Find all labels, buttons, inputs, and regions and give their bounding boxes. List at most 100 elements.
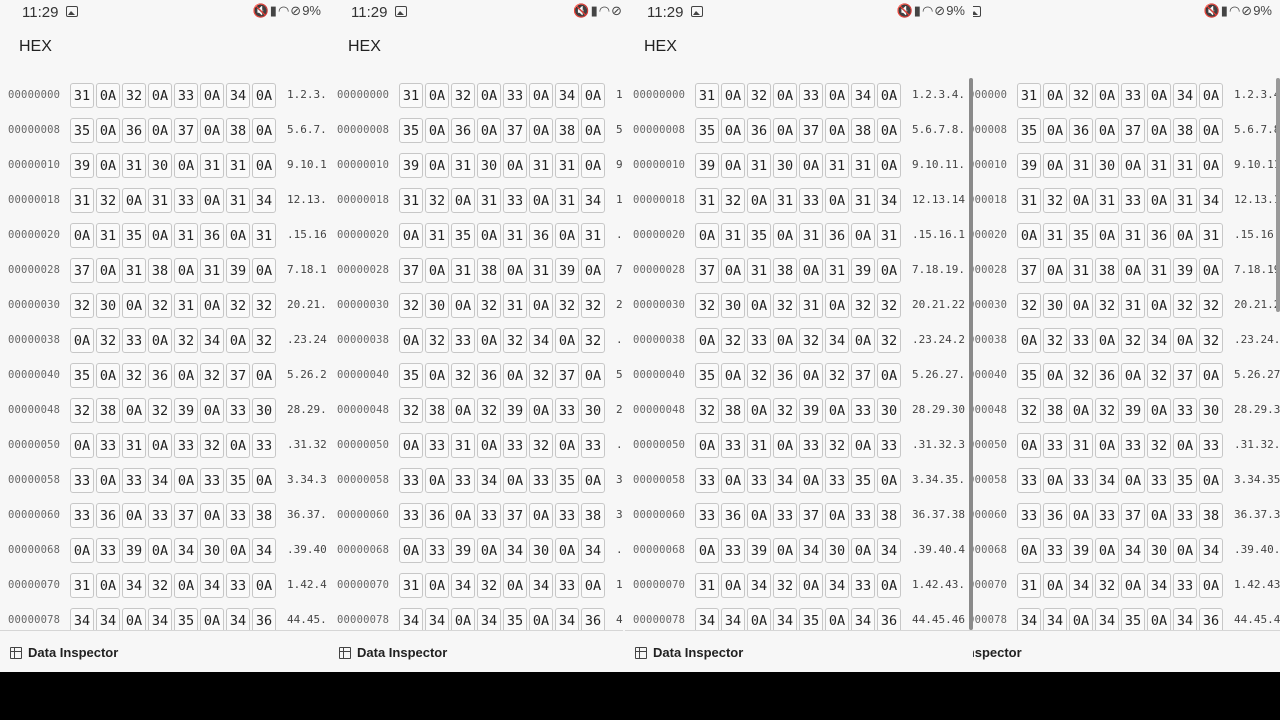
byte-cell[interactable]: 0A [1121,153,1145,178]
byte-cell[interactable]: 34 [1173,608,1197,630]
byte-cell[interactable]: 32 [425,188,449,213]
byte-cell[interactable]: 31 [1069,258,1093,283]
byte-cell[interactable]: 33 [773,503,797,528]
home-button[interactable] [492,684,516,708]
byte-cell[interactable]: 31 [96,223,120,248]
byte-cell[interactable]: 0A [555,328,579,353]
byte-cell[interactable]: 36 [148,363,172,388]
byte-cell[interactable]: 35 [399,118,423,143]
target-button[interactable] [166,30,206,70]
byte-cell[interactable]: 30 [825,538,849,563]
byte-cell[interactable]: 0A [1095,83,1119,108]
byte-cell[interactable]: 35 [1121,608,1145,630]
byte-cell[interactable]: 31 [825,153,849,178]
hex-grid[interactable]: 00000000 31 0A 32 0A 33 0A 34 0A 1 00000008 35 0A 36 0… [329,78,623,630]
byte-cell[interactable]: 34 [1147,573,1171,598]
byte-cell[interactable]: 33 [503,83,527,108]
byte-cell[interactable]: 32 [122,363,146,388]
byte-cell[interactable]: 37 [174,118,198,143]
save-button[interactable] [1160,30,1200,70]
byte-cell[interactable]: 0A [70,433,94,458]
byte-cell[interactable]: 0A [721,363,745,388]
byte-cell[interactable]: 32 [122,83,146,108]
byte-cell[interactable]: 33 [148,503,172,528]
byte-cell[interactable]: 0A [721,153,745,178]
byte-cell[interactable]: 0A [122,398,146,423]
chart-button[interactable] [589,30,623,70]
byte-cell[interactable]: 34 [877,538,901,563]
prev-button[interactable] [813,642,833,662]
byte-cell[interactable]: 31 [226,188,250,213]
byte-cell[interactable]: 34 [773,608,797,630]
byte-cell[interactable]: 0A [1173,433,1197,458]
byte-cell[interactable]: 31 [503,223,527,248]
byte-cell[interactable]: 32 [477,573,501,598]
byte-cell[interactable]: 33 [1069,328,1093,353]
byte-cell[interactable]: 32 [148,293,172,318]
open-file-button[interactable] [74,30,114,70]
byte-cell[interactable]: 0A [747,608,771,630]
byte-cell[interactable]: 0A [877,468,901,493]
byte-cell[interactable]: 31 [399,83,423,108]
byte-cell[interactable]: 31 [555,153,579,178]
byte-cell[interactable]: 33 [503,433,527,458]
byte-cell[interactable]: 38 [877,503,901,528]
byte-cell[interactable]: 0A [747,398,771,423]
byte-cell[interactable]: 31 [695,188,719,213]
byte-cell[interactable]: 34 [851,83,875,108]
byte-cell[interactable]: 31 [773,188,797,213]
byte-cell[interactable]: 0A [174,468,198,493]
byte-cell[interactable]: 32 [1147,363,1171,388]
byte-cell[interactable]: 34 [825,328,849,353]
byte-cell[interactable]: 32 [1043,328,1067,353]
byte-cell[interactable]: 30 [425,293,449,318]
byte-cell[interactable]: 35 [70,363,94,388]
byte-cell[interactable]: 38 [1173,118,1197,143]
byte-cell[interactable]: 0A [1147,293,1171,318]
byte-cell[interactable]: 36 [1147,223,1171,248]
byte-cell[interactable]: 33 [451,328,475,353]
byte-cell[interactable]: 39 [1069,538,1093,563]
byte-cell[interactable]: 38 [148,258,172,283]
byte-cell[interactable]: 33 [1173,573,1197,598]
byte-cell[interactable]: 39 [174,398,198,423]
byte-cell[interactable]: 32 [773,398,797,423]
recents-button[interactable] [995,684,1019,708]
byte-cell[interactable]: 0A [477,433,501,458]
byte-cell[interactable]: 31 [451,433,475,458]
save-button[interactable] [542,30,582,70]
byte-cell[interactable]: 33 [399,468,423,493]
byte-cell[interactable]: 0A [1069,293,1093,318]
byte-cell[interactable]: 38 [252,503,276,528]
byte-cell[interactable]: 33 [695,503,719,528]
byte-cell[interactable]: 0A [555,538,579,563]
byte-cell[interactable]: 33 [96,433,120,458]
byte-cell[interactable]: 35 [226,468,250,493]
byte-cell[interactable]: 31 [451,153,475,178]
byte-cell[interactable]: 37 [799,118,823,143]
byte-cell[interactable]: 33 [1121,83,1145,108]
byte-cell[interactable]: 0A [1121,468,1145,493]
byte-cell[interactable]: 0A [581,153,605,178]
byte-cell[interactable]: 34 [1043,608,1067,630]
byte-cell[interactable]: 0A [529,503,553,528]
byte-cell[interactable]: 0A [1199,468,1223,493]
byte-cell[interactable]: 0A [877,83,901,108]
byte-cell[interactable]: 31 [174,223,198,248]
byte-cell[interactable]: 37 [399,258,423,283]
byte-cell[interactable]: 37 [174,503,198,528]
byte-cell[interactable]: 32 [399,293,423,318]
byte-cell[interactable]: 36 [1043,503,1067,528]
byte-cell[interactable]: 33 [399,503,423,528]
byte-cell[interactable]: 31 [529,153,553,178]
byte-cell[interactable]: 34 [877,188,901,213]
byte-cell[interactable]: 35 [1017,363,1041,388]
byte-cell[interactable]: 31 [721,223,745,248]
byte-cell[interactable]: 32 [721,188,745,213]
byte-cell[interactable]: 34 [851,608,875,630]
byte-cell[interactable]: 34 [200,573,224,598]
target-button[interactable] [495,30,535,70]
byte-cell[interactable]: 0A [451,608,475,630]
byte-cell[interactable]: 33 [174,83,198,108]
byte-cell[interactable]: 32 [773,293,797,318]
